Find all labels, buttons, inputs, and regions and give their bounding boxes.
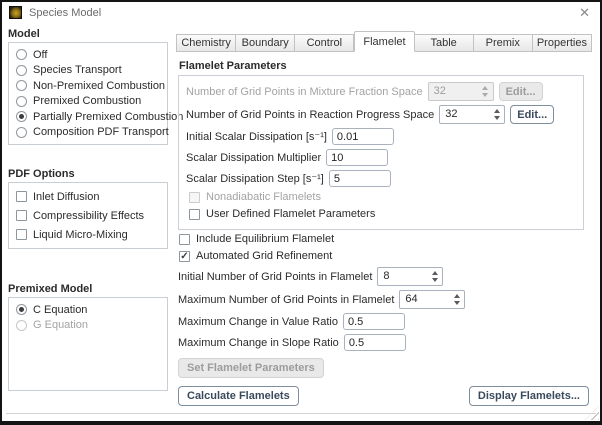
radio-partially-premixed-combustion[interactable]: Partially Premixed Combustion: [16, 109, 183, 125]
radio-selected-icon: [16, 304, 27, 316]
checkbox-nonadiabatic-flamelets: Nonadiabatic Flamelets: [189, 191, 577, 203]
checkbox-liquid-micro-mixing[interactable]: Liquid Micro-Mixing: [16, 225, 163, 244]
pdf-options-box: Inlet Diffusion Compressibility Effects …: [8, 182, 168, 249]
footer-buttons: OK Apply Cancel Help: [2, 414, 600, 421]
max-value-ratio-input[interactable]: [342, 313, 405, 330]
edit-mixture-fraction-button: Edit...: [498, 82, 543, 101]
radio-icon: [16, 64, 27, 76]
checkbox-icon: [189, 208, 200, 220]
calculate-flamelets-button[interactable]: Calculate Flamelets: [178, 386, 299, 406]
row-scalar-dissipation-step: Scalar Dissipation Step [s⁻¹]: [186, 170, 577, 187]
radio-c-equation[interactable]: C Equation: [16, 302, 163, 318]
initial-grid-points-spinner[interactable]: 8: [377, 267, 444, 286]
row-initial-scalar-dissipation: Initial Scalar Dissipation [s⁻¹]: [186, 128, 577, 145]
row-scalar-dissipation-multiplier: Scalar Dissipation Multiplier: [186, 149, 577, 166]
display-flamelets-button[interactable]: Display Flamelets...: [468, 386, 589, 406]
spinner-arrows-icon[interactable]: [449, 291, 464, 308]
reaction-progress-spinner[interactable]: 32: [439, 105, 506, 124]
mixture-fraction-spinner: 32: [427, 82, 494, 101]
title-bar: Species Model ✕: [2, 2, 600, 23]
scalar-dissipation-multiplier-input[interactable]: [326, 149, 389, 166]
checkbox-compressibility-effects[interactable]: Compressibility Effects: [16, 206, 163, 225]
species-model-dialog: Species Model ✕ Model Off Species Transp…: [0, 0, 602, 425]
radio-selected-icon: [16, 111, 27, 123]
radio-icon: [16, 80, 27, 92]
max-grid-points-spinner[interactable]: 64: [399, 290, 466, 309]
tab-properties[interactable]: Properties: [532, 34, 592, 52]
scalar-dissipation-step-input[interactable]: [328, 170, 391, 187]
radio-icon: [16, 49, 27, 61]
premixed-model-box: C Equation G Equation: [8, 297, 168, 391]
row-mixture-fraction: Number of Grid Points in Mixture Fractio…: [186, 82, 577, 101]
premixed-model-heading: Premixed Model: [8, 283, 93, 295]
left-panel: Model Off Species Transport Non-Premixed…: [8, 25, 183, 406]
radio-disabled-icon: [16, 319, 27, 331]
radio-icon: [16, 95, 27, 107]
initial-scalar-dissipation-input[interactable]: [331, 128, 394, 145]
set-flamelet-parameters-button: Set Flamelet Parameters: [178, 358, 324, 378]
checkbox-icon: [16, 191, 27, 202]
tab-chemistry[interactable]: Chemistry: [176, 34, 237, 52]
radio-premixed-combustion[interactable]: Premixed Combustion: [16, 94, 163, 110]
close-icon[interactable]: ✕: [579, 6, 590, 19]
window-title: Species Model: [29, 6, 102, 19]
row-max-value-ratio: Maximum Change in Value Ratio: [178, 313, 592, 330]
row-max-grid-points: Maximum Number of Grid Points in Flamele…: [178, 290, 592, 309]
radio-non-premixed-combustion[interactable]: Non-Premixed Combustion: [16, 78, 165, 94]
checkbox-automated-grid-refinement[interactable]: ✓ Automated Grid Refinement: [179, 250, 592, 262]
radio-icon: [16, 126, 27, 138]
edit-reaction-progress-button[interactable]: Edit...: [510, 105, 555, 124]
tab-boundary[interactable]: Boundary: [236, 34, 296, 52]
tab-premix[interactable]: Premix: [473, 34, 533, 52]
row-reaction-progress: Number of Grid Points in Reaction Progre…: [186, 105, 577, 124]
tab-table[interactable]: Table: [414, 34, 474, 52]
tab-flamelet[interactable]: Flamelet: [354, 31, 415, 52]
checkbox-user-defined-flamelet-parameters[interactable]: User Defined Flamelet Parameters: [189, 208, 577, 220]
checkbox-icon: [16, 229, 27, 240]
dialog-body: Model Off Species Transport Non-Premixed…: [2, 23, 600, 406]
radio-species-transport[interactable]: Species Transport: [16, 63, 163, 79]
checkbox-inlet-diffusion[interactable]: Inlet Diffusion: [16, 187, 163, 206]
checkbox-checked-icon: ✓: [179, 250, 190, 262]
flamelet-parameters-heading: Flamelet Parameters: [179, 60, 287, 72]
spinner-arrows-icon: [478, 83, 493, 100]
model-group-box: Off Species Transport Non-Premixed Combu…: [8, 42, 183, 145]
pdf-options-heading: PDF Options: [8, 168, 75, 180]
checkbox-icon: [16, 210, 27, 221]
checkbox-include-equilibrium-flamelet[interactable]: Include Equilibrium Flamelet: [179, 233, 592, 245]
max-slope-ratio-input[interactable]: [343, 334, 406, 351]
flamelet-actions: Calculate Flamelets Display Flamelets...: [178, 386, 592, 406]
radio-off[interactable]: Off: [16, 47, 163, 63]
species-model-icon: [9, 6, 22, 19]
radio-g-equation: G Equation: [16, 318, 163, 334]
tab-control[interactable]: Control: [295, 34, 355, 52]
row-initial-grid-points: Initial Number of Grid Points in Flamele…: [178, 267, 592, 286]
spinner-arrows-icon[interactable]: [489, 106, 504, 123]
tab-bar: Chemistry Boundary Control Flamelet Tabl…: [176, 31, 592, 52]
flamelet-parameters-box: Number of Grid Points in Mixture Fractio…: [178, 75, 584, 230]
right-panel: Chemistry Boundary Control Flamelet Tabl…: [168, 25, 596, 406]
flamelet-tab-content: Flamelet Parameters Number of Grid Point…: [176, 52, 596, 406]
radio-composition-pdf-transport[interactable]: Composition PDF Transport: [16, 125, 169, 141]
row-max-slope-ratio: Maximum Change in Slope Ratio: [178, 334, 592, 351]
checkbox-disabled-icon: [189, 191, 200, 203]
model-group-heading: Model: [8, 28, 40, 40]
checkbox-icon: [179, 233, 190, 245]
spinner-arrows-icon[interactable]: [427, 268, 442, 285]
